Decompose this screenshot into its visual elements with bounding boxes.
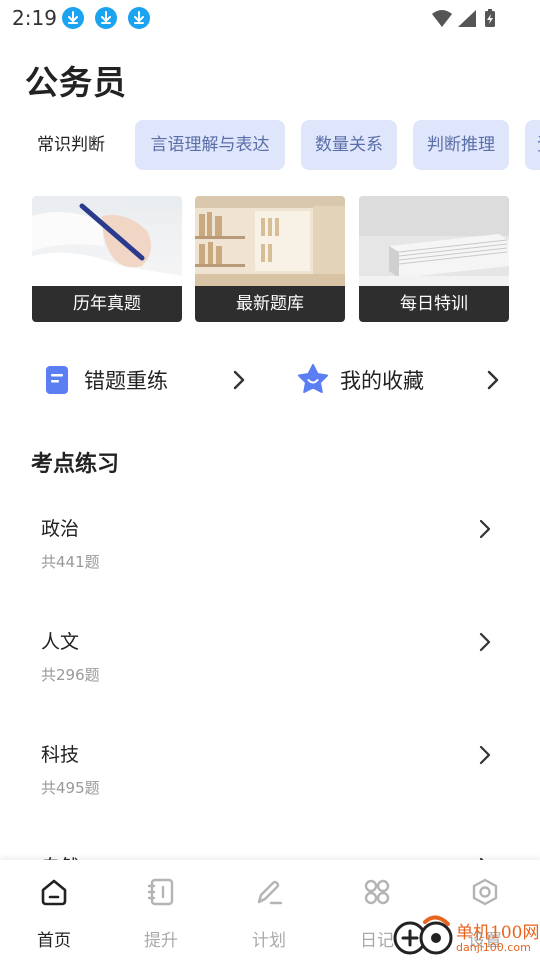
- notebook-icon: [147, 878, 174, 906]
- chevron-right-icon: [479, 632, 491, 652]
- topic-count: 共495题: [41, 779, 100, 797]
- section-title: 考点练习: [31, 452, 120, 477]
- nav-label: 计划: [252, 931, 286, 951]
- quick-link-label: 错题重练: [84, 369, 168, 393]
- wifi-icon: [432, 10, 452, 27]
- tab-reasoning[interactable]: 判断推理: [413, 120, 509, 170]
- battery-icon: [485, 9, 495, 27]
- nav-label: 提升: [144, 931, 178, 951]
- category-tabs: 常识判断 言语理解与表达 数量关系 判断推理 资: [0, 120, 540, 170]
- apps-icon: [364, 879, 390, 905]
- signal-icon: [458, 10, 476, 27]
- chevron-right-icon: [479, 745, 491, 765]
- tab-common-sense[interactable]: 常识判断: [28, 120, 114, 170]
- chevron-right-icon: [233, 370, 245, 390]
- tab-verbal[interactable]: 言语理解与表达: [135, 120, 285, 170]
- page-title: 公务员: [25, 63, 127, 102]
- status-bar: 2:19: [0, 0, 540, 36]
- edit-icon: [257, 880, 283, 905]
- topic-item[interactable]: 政治 共441题: [0, 514, 540, 614]
- download-icon: [95, 7, 117, 29]
- topic-item[interactable]: 科技 共495题: [0, 740, 540, 840]
- card-label: 每日特训: [359, 286, 509, 322]
- topic-name: 政治: [41, 518, 80, 540]
- document-icon: [46, 366, 68, 394]
- chevron-right-icon: [487, 370, 499, 390]
- tab-quantitative[interactable]: 数量关系: [301, 120, 397, 170]
- watermark: 单机100网 danji100.com: [392, 912, 540, 960]
- watermark-logo-icon: [393, 915, 453, 955]
- nav-plan[interactable]: 计划: [215, 860, 323, 960]
- topic-count: 共441题: [41, 553, 100, 571]
- chevron-right-icon: [479, 519, 491, 539]
- book-stack-image: [359, 196, 509, 286]
- bookshelf-image: [195, 196, 345, 286]
- topic-count: 共296题: [41, 666, 100, 684]
- tab-data-analysis[interactable]: 资: [525, 120, 540, 170]
- status-time: 2:19: [12, 6, 57, 30]
- home-icon: [41, 879, 67, 906]
- nav-home[interactable]: 首页: [0, 860, 108, 960]
- writing-hand-image: [32, 196, 182, 286]
- favorites-link[interactable]: 我的收藏: [297, 360, 507, 400]
- topic-name: 人文: [41, 631, 80, 653]
- watermark-text: 单机100网: [456, 923, 540, 943]
- card-label: 最新题库: [195, 286, 345, 322]
- settings-icon: [472, 878, 498, 906]
- card-past-exams[interactable]: 历年真题: [32, 196, 182, 322]
- quick-link-label: 我的收藏: [340, 369, 424, 393]
- topic-item[interactable]: 人文 共296题: [0, 627, 540, 727]
- star-icon: [298, 364, 328, 393]
- card-latest-bank[interactable]: 最新题库: [195, 196, 345, 322]
- wrong-questions-link[interactable]: 错题重练: [44, 360, 254, 400]
- system-icons: [430, 8, 502, 34]
- watermark-subtext: danji100.com: [456, 941, 531, 954]
- nav-label: 首页: [37, 931, 71, 951]
- card-daily-training[interactable]: 每日特训: [359, 196, 509, 322]
- download-icon: [128, 7, 150, 29]
- download-icon: [62, 7, 84, 29]
- nav-improve[interactable]: 提升: [107, 860, 215, 960]
- card-label: 历年真题: [32, 286, 182, 322]
- topic-name: 科技: [41, 744, 80, 766]
